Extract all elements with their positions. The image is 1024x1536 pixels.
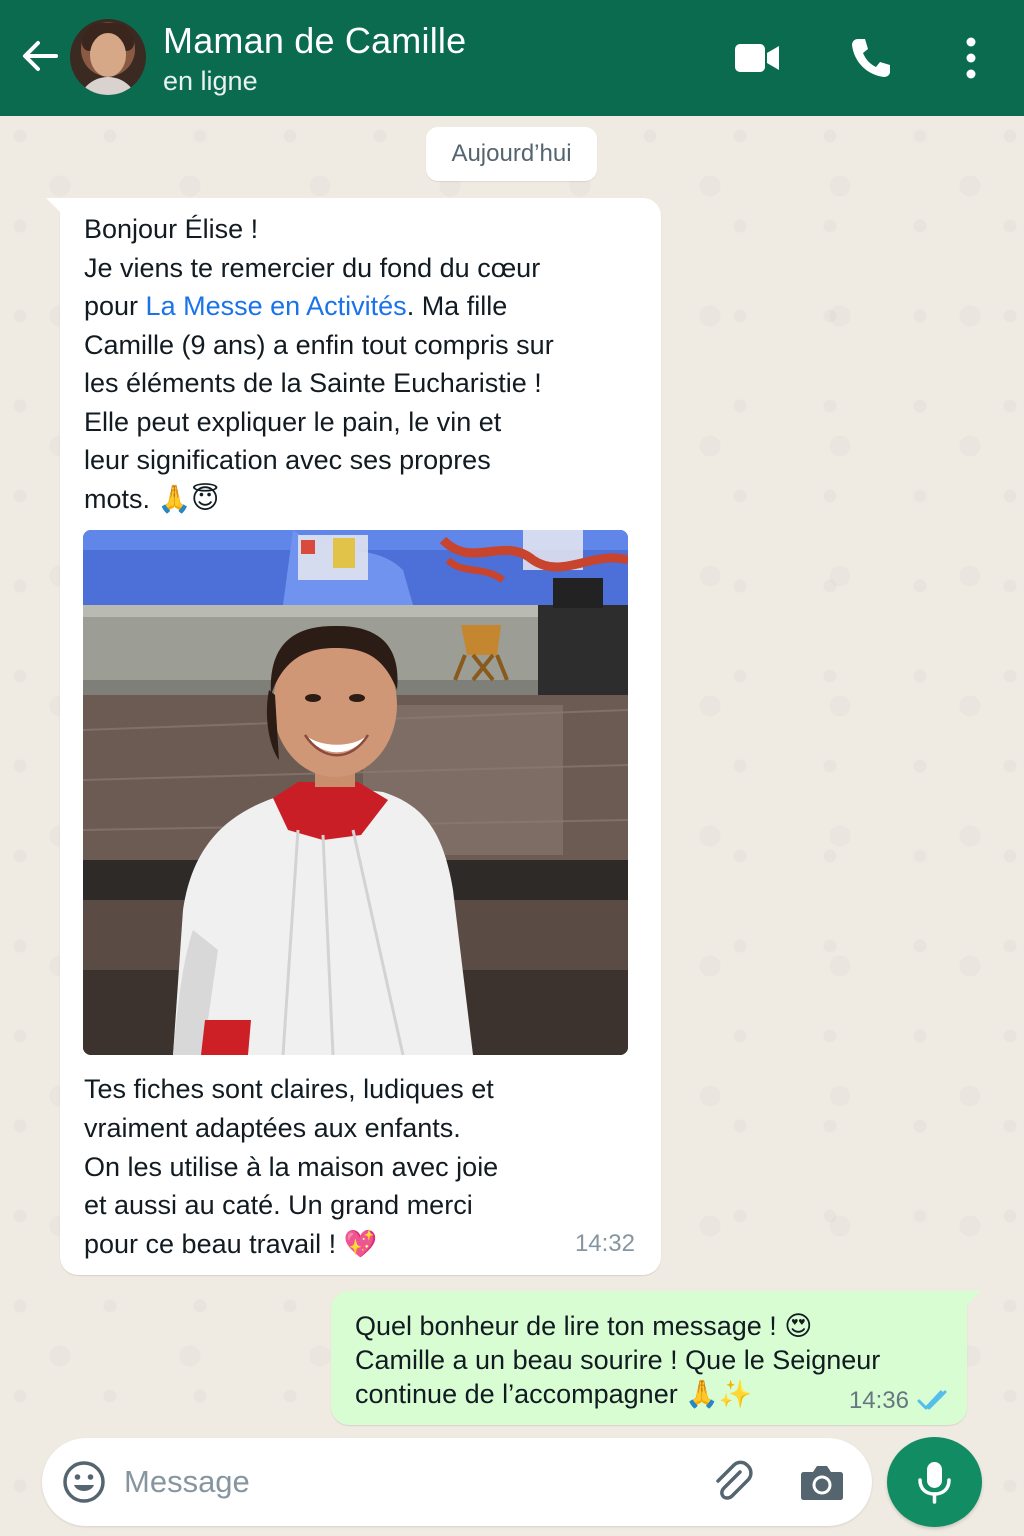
incoming-message-closing: Tes fiches sont claires, ludiques et vra… bbox=[84, 1074, 499, 1260]
emoji-icon[interactable] bbox=[62, 1460, 106, 1504]
intro-text-after-link: . Ma fille Camille (9 ans) a enfin tout … bbox=[84, 291, 554, 514]
incoming-message-time: 14:32 bbox=[574, 1230, 635, 1257]
message-composer bbox=[42, 1438, 872, 1526]
more-vert-icon[interactable] bbox=[960, 36, 982, 80]
date-chip: Aujourd’hui bbox=[426, 127, 597, 181]
phone-icon[interactable] bbox=[849, 36, 893, 80]
attach-icon[interactable] bbox=[710, 1458, 756, 1504]
outgoing-message-text: Quel bonheur de lire ton message ! 😍 Cam… bbox=[355, 1311, 881, 1409]
incoming-message-intro: Bonjour Élise ! Je viens te remercier du… bbox=[84, 210, 624, 518]
camera-icon[interactable] bbox=[800, 1462, 844, 1502]
mic-icon bbox=[918, 1462, 951, 1504]
contact-avatar[interactable] bbox=[70, 19, 146, 95]
incoming-message-bubble[interactable]: Bonjour Élise ! Je viens te remercier du… bbox=[46, 198, 661, 1275]
contact-name[interactable]: Maman de Camille bbox=[163, 20, 466, 62]
chat-header: Maman de Camille en ligne bbox=[0, 0, 1024, 116]
read-receipt-icon bbox=[917, 1390, 947, 1410]
outgoing-message-bubble[interactable]: Quel bonheur de lire ton message ! 😍 Cam… bbox=[331, 1291, 981, 1425]
back-arrow-icon[interactable] bbox=[20, 36, 60, 76]
mic-button[interactable] bbox=[887, 1437, 982, 1527]
message-input[interactable] bbox=[124, 1456, 684, 1508]
contact-status: en ligne bbox=[163, 66, 258, 96]
video-call-icon[interactable] bbox=[733, 38, 781, 78]
message-link[interactable]: La Messe en Activités bbox=[146, 291, 407, 321]
message-photo[interactable] bbox=[83, 530, 628, 1055]
outgoing-message-time: 14:36 bbox=[848, 1387, 909, 1414]
